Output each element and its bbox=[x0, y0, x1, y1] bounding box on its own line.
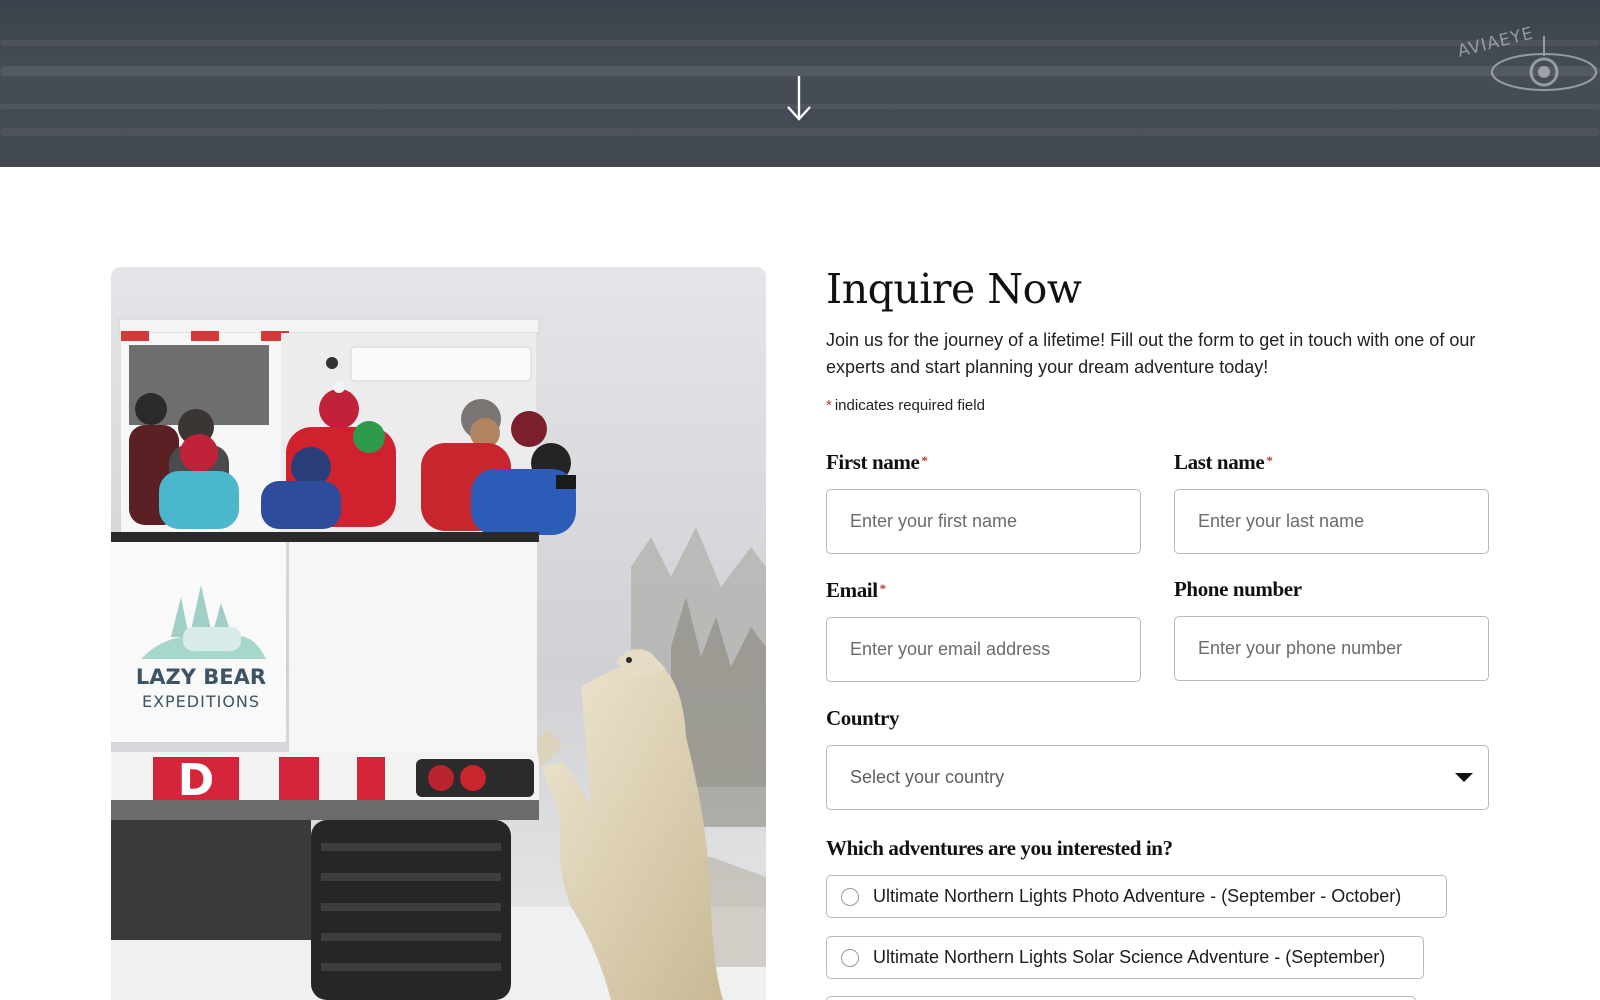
vehicle-logo-line2: EXPEDITIONS bbox=[142, 692, 260, 711]
radio-button[interactable] bbox=[841, 887, 859, 906]
country-field: Country Select your country bbox=[826, 705, 1489, 810]
required-star: * bbox=[826, 397, 832, 414]
last-name-label: Last name * bbox=[1174, 450, 1273, 474]
first-name-label: First name * bbox=[826, 450, 928, 474]
radio-button[interactable] bbox=[841, 948, 859, 967]
country-select-value: Select your country bbox=[850, 767, 1005, 787]
vehicle-letter: D bbox=[178, 755, 215, 806]
email-input[interactable] bbox=[826, 617, 1141, 682]
last-name-input[interactable] bbox=[1174, 489, 1489, 554]
adventures-question: Which adventures are you interested in? bbox=[826, 835, 1173, 861]
phone-label: Phone number bbox=[1174, 577, 1302, 601]
adventure-option[interactable]: Ultimate Northern Lights Solar Science A… bbox=[826, 936, 1424, 979]
adventure-option-label: Ultimate Northern Lights Solar Science A… bbox=[873, 947, 1386, 967]
hero-banner: AVIAEYE bbox=[0, 0, 1600, 167]
adventure-option[interactable]: Ultimate Northern Lights Photo Adventure… bbox=[826, 875, 1447, 918]
arrow-down-icon[interactable] bbox=[786, 74, 812, 122]
adventure-option-label: Ultimate Northern Lights Photo Adventure… bbox=[873, 886, 1402, 906]
country-select[interactable]: Select your country bbox=[826, 745, 1489, 810]
required-note: * indicates required field bbox=[826, 397, 1490, 414]
first-name-field: First name * bbox=[826, 448, 1141, 554]
page-title: Inquire Now bbox=[826, 265, 1082, 313]
required-star: * bbox=[921, 453, 928, 468]
phone-input[interactable] bbox=[1174, 616, 1489, 681]
vehicle-logo-line1: LAZY BEAR bbox=[136, 665, 266, 689]
watermark-logo: AVIAEYE bbox=[1456, 24, 1600, 102]
inquiry-form: Inquire Now Join us for the journey of a… bbox=[826, 262, 1490, 414]
form-intro: Join us for the journey of a lifetime! F… bbox=[826, 330, 1476, 377]
adventure-option-partial[interactable] bbox=[826, 996, 1416, 1000]
caret-down-icon bbox=[1455, 773, 1473, 782]
phone-field: Phone number bbox=[1174, 576, 1489, 681]
email-label: Email * bbox=[826, 578, 886, 602]
email-field: Email * bbox=[826, 576, 1141, 682]
required-star: * bbox=[879, 581, 887, 596]
first-name-input[interactable] bbox=[826, 489, 1141, 554]
expedition-photo: LAZY BEAR EXPEDITIONS D bbox=[111, 267, 766, 1000]
required-star: * bbox=[1266, 453, 1273, 468]
country-label: Country bbox=[826, 706, 900, 730]
adventures-label: Which adventures are you interested in? bbox=[826, 836, 1173, 860]
last-name-field: Last name * bbox=[1174, 448, 1489, 554]
required-note-text: indicates required field bbox=[834, 397, 985, 414]
